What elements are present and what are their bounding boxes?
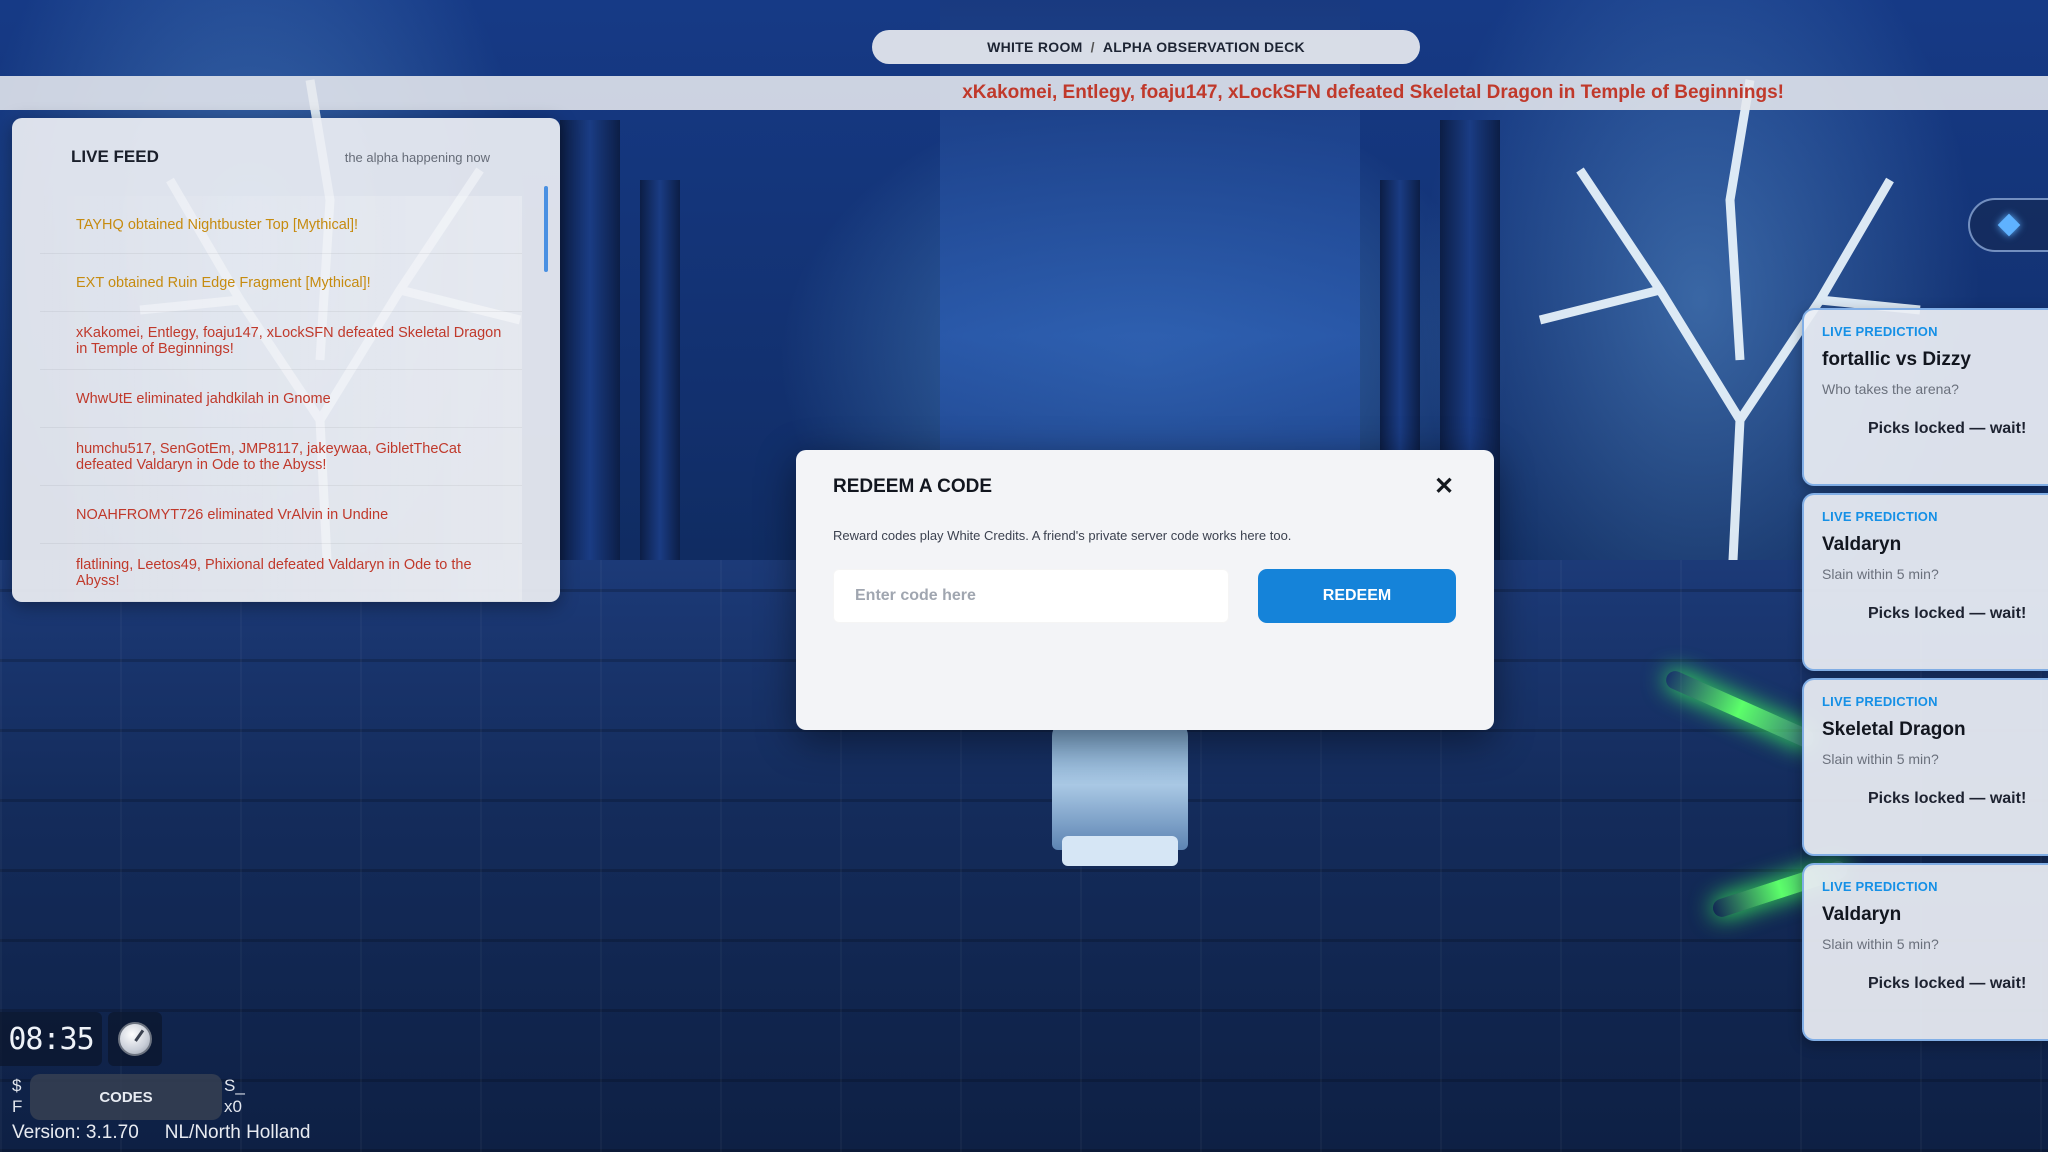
feed-item-text: humchu517, SenGotEm, JMP8117, jakeywaa, … <box>76 440 461 473</box>
hud-fragment: F <box>12 1097 23 1116</box>
live-feed-panel: LIVE FEED the alpha happening now TAYHQ … <box>12 118 560 602</box>
feed-item-text: TAYHQ obtained Nightbuster Top [Mythical… <box>76 216 359 233</box>
prediction-title: Skeletal Dragon <box>1822 719 1966 740</box>
feed-item-text: NOAHFROMYT726 eliminated VrAlvin in Undi… <box>76 506 389 523</box>
feed-item-text: xKakomei, Entlegy, foaju147, xLockSFN de… <box>76 324 502 357</box>
feed-item: humchu517, SenGotEm, JMP8117, jakeywaa, … <box>40 428 522 486</box>
prediction-question: Slain within 5 min? <box>1822 936 1939 952</box>
version-info: Version: 3.1.70 NL/North Holland <box>12 1122 311 1144</box>
prediction-question: Slain within 5 min? <box>1822 566 1939 582</box>
player-character <box>1052 720 1188 866</box>
live-feed-title: LIVE FEED <box>71 147 159 166</box>
prediction-question: Slain within 5 min? <box>1822 751 1939 767</box>
location-room: WHITE ROOM <box>987 39 1083 55</box>
pillar <box>640 180 680 560</box>
live-feed-header: LIVE FEED the alpha happening now <box>12 118 560 196</box>
diamond-icon <box>1997 213 2021 237</box>
location-bar: WHITE ROOM / ALPHA OBSERVATION DECK <box>872 30 1420 64</box>
hud-fragment: $ <box>12 1076 22 1095</box>
live-feed-list[interactable]: TAYHQ obtained Nightbuster Top [Mythical… <box>12 196 560 602</box>
feed-item: TAYHQ obtained Nightbuster Top [Mythical… <box>40 196 522 254</box>
ticker-message: xKakomei, Entlegy, foaju147, xLockSFN de… <box>962 82 1784 103</box>
prediction-card[interactable]: LIVE PREDICTION Skeletal Dragon Slain wi… <box>1802 678 2048 856</box>
region-text: NL/North Holland <box>164 1122 311 1143</box>
feed-item: xKakomei, Entlegy, foaju147, xLockSFN de… <box>40 312 522 370</box>
prediction-card[interactable]: LIVE PREDICTION fortallic vs Dizzy Who t… <box>1802 308 2048 486</box>
live-predictions: LIVE PREDICTION fortallic vs Dizzy Who t… <box>1802 308 2048 1048</box>
hud-fragment: x0 <box>224 1097 242 1116</box>
version-text: Version: 3.1.70 <box>12 1122 139 1143</box>
prediction-card[interactable]: LIVE PREDICTION Valdaryn Slain within 5 … <box>1802 493 2048 671</box>
feed-item-text: EXT obtained Ruin Edge Fragment [Mythica… <box>76 274 371 291</box>
prediction-title: fortallic vs Dizzy <box>1822 349 1971 370</box>
location-separator: / <box>1090 39 1095 55</box>
compass-icon <box>118 1022 152 1056</box>
redeem-button[interactable]: REDEEM <box>1258 569 1456 623</box>
prediction-status: Picks locked — wait! <box>1868 975 2027 992</box>
prediction-question: Who takes the arena? <box>1822 381 1959 397</box>
prediction-label: LIVE PREDICTION <box>1822 694 1938 709</box>
compass-button[interactable] <box>108 1012 162 1066</box>
redeem-code-modal: REDEEM A CODE ✕ Reward codes play White … <box>796 450 1494 730</box>
feed-item-text: WhwUtE eliminated jahdkilah in Gnome <box>76 390 331 407</box>
feed-item: flatlining, Leetos49, Phixional defeated… <box>40 544 522 602</box>
modal-description: Reward codes play White Credits. A frien… <box>833 528 1292 543</box>
feed-item-text: flatlining, Leetos49, Phixional defeated… <box>76 556 472 589</box>
prediction-label: LIVE PREDICTION <box>1822 509 1938 524</box>
live-feed-scrollbar[interactable] <box>544 186 548 272</box>
location-area: ALPHA OBSERVATION DECK <box>1102 39 1305 55</box>
prediction-status: Picks locked — wait! <box>1868 605 2027 622</box>
prediction-status: Picks locked — wait! <box>1868 420 2027 437</box>
modal-title: REDEEM A CODE <box>833 476 993 497</box>
live-feed-subtitle: the alpha happening now <box>344 149 490 165</box>
prediction-label: LIVE PREDICTION <box>1822 324 1938 339</box>
feed-item: NOAHFROMYT726 eliminated VrAlvin in Undi… <box>40 486 522 544</box>
feed-item: EXT obtained Ruin Edge Fragment [Mythica… <box>40 254 522 312</box>
feed-item: WhwUtE eliminated jahdkilah in Gnome <box>40 370 522 428</box>
prediction-card[interactable]: LIVE PREDICTION Valdaryn Slain within 5 … <box>1802 863 2048 1041</box>
side-panel-toggle[interactable] <box>1968 198 2048 252</box>
code-input[interactable] <box>833 569 1229 623</box>
prediction-label: LIVE PREDICTION <box>1822 879 1938 894</box>
game-clock: 08:35 <box>0 1012 102 1066</box>
codes-button[interactable]: CODES <box>30 1074 222 1120</box>
prediction-title: Valdaryn <box>1822 904 1902 925</box>
announcement-ticker: xKakomei, Entlegy, foaju147, xLockSFN de… <box>0 76 2048 110</box>
prediction-title: Valdaryn <box>1822 534 1902 555</box>
close-icon[interactable]: ✕ <box>1430 472 1458 500</box>
prediction-status: Picks locked — wait! <box>1868 790 2027 807</box>
hud-fragment: S_ <box>224 1076 245 1095</box>
